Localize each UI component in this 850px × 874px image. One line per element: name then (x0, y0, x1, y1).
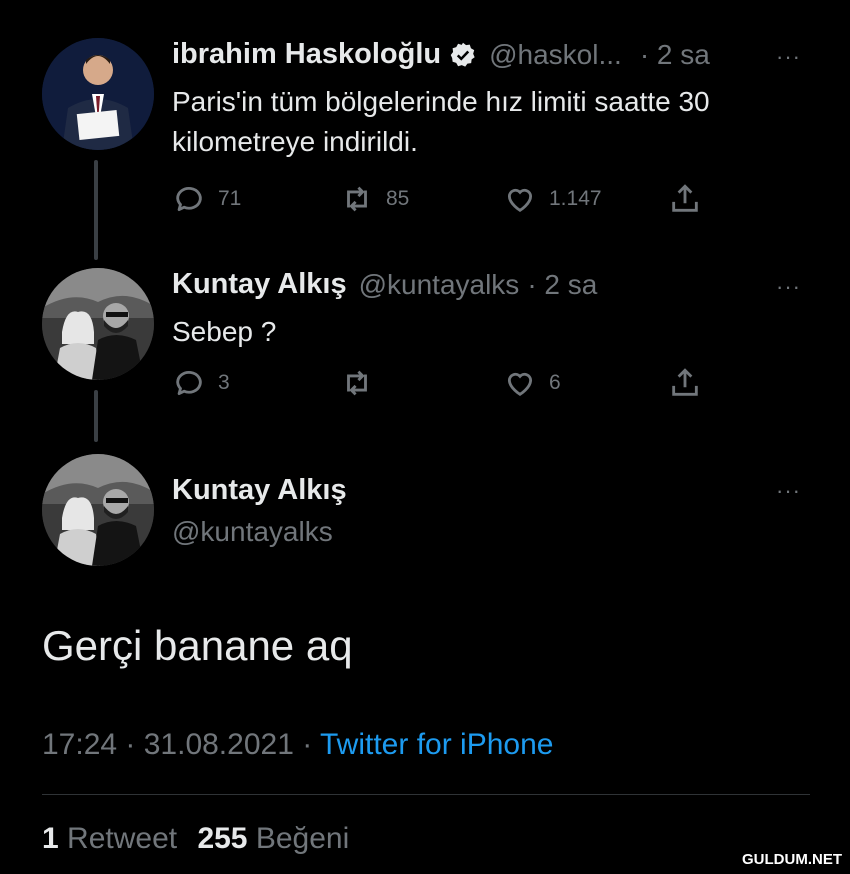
retweet-stat-label: Retweet (67, 822, 178, 855)
more-icon[interactable]: ··· (776, 44, 801, 70)
retweet-count: 85 (386, 187, 410, 210)
avatar-kuntay[interactable] (42, 268, 154, 380)
timestamp[interactable]: 17:24 · 31.08.2021 · (42, 728, 312, 761)
divider (42, 794, 810, 795)
thread-line (94, 390, 98, 442)
share-button[interactable] (668, 366, 702, 400)
retweet-icon (347, 370, 367, 396)
author-handle[interactable]: @kuntayalks (172, 516, 333, 548)
tweet-text-line: Paris'in tüm bölgelerinde hız limiti saa… (172, 86, 710, 117)
avatar-kuntay-main[interactable] (42, 454, 154, 566)
tweet-time[interactable]: · 2 sa (527, 269, 597, 301)
share-icon (672, 184, 698, 212)
tweet-meta: 17:24 · 31.08.2021 · Twitter for iPhone (42, 728, 553, 762)
avatar-ibrahim[interactable] (42, 38, 154, 150)
author-name[interactable]: ibrahim Haskoloğlu (172, 38, 441, 71)
tweet-text-line: kilometreye indirildi. (172, 126, 418, 157)
tweet-stats: 1 Retweet 255 Beğeni (42, 822, 349, 856)
avatar-image (42, 268, 154, 380)
main-tweet-text: Gerçi banane aq (42, 622, 353, 669)
like-stat-label: Beğeni (255, 822, 350, 855)
share-button[interactable] (668, 182, 702, 216)
retweet-stat[interactable]: 1 Retweet (42, 822, 185, 855)
tweet-time[interactable]: · 2 sa (640, 39, 710, 71)
retweet-icon (347, 186, 367, 212)
more-icon[interactable]: ··· (776, 478, 801, 504)
verified-badge-icon (450, 42, 475, 67)
like-stat[interactable]: 255 Beğeni (197, 822, 349, 855)
retweet-button[interactable]: 85 (340, 182, 409, 216)
reply-count: 3 (218, 371, 230, 394)
avatar-image (42, 38, 154, 150)
tweet2-text: Sebep ? (172, 316, 277, 347)
heart-icon (507, 372, 533, 396)
avatar-image (42, 454, 154, 566)
author-handle[interactable]: @kuntayalks (359, 269, 520, 301)
tweet1-header: ibrahim Haskoloğlu @haskol... · 2 sa (172, 38, 710, 71)
watermark: GULDUM.NET (742, 851, 842, 868)
tweet1-text: Paris'in tüm bölgelerinde hız limiti saa… (172, 82, 710, 162)
thread-line (94, 160, 98, 260)
reply-icon (176, 187, 202, 212)
source-link[interactable]: Twitter for iPhone (320, 728, 553, 761)
tweet2-header: Kuntay Alkış @kuntayalks · 2 sa (172, 268, 597, 301)
retweet-button[interactable] (340, 366, 374, 400)
like-stat-count: 255 (197, 822, 248, 855)
reply-icon (176, 371, 202, 396)
heart-icon (507, 188, 533, 212)
reply-button[interactable]: 71 (172, 182, 241, 216)
like-button[interactable]: 1.147 (503, 182, 602, 216)
author-handle[interactable]: @haskol... (489, 39, 622, 71)
retweet-stat-count: 1 (42, 822, 59, 855)
like-count: 1.147 (549, 187, 602, 210)
reply-button[interactable]: 3 (172, 366, 230, 400)
reply-count: 71 (218, 187, 242, 210)
more-icon[interactable]: ··· (776, 274, 801, 300)
author-name[interactable]: Kuntay Alkış (172, 268, 347, 301)
share-icon (672, 368, 698, 396)
author-name[interactable]: Kuntay Alkış (172, 474, 347, 507)
like-count: 6 (549, 371, 561, 394)
like-button[interactable]: 6 (503, 366, 561, 400)
